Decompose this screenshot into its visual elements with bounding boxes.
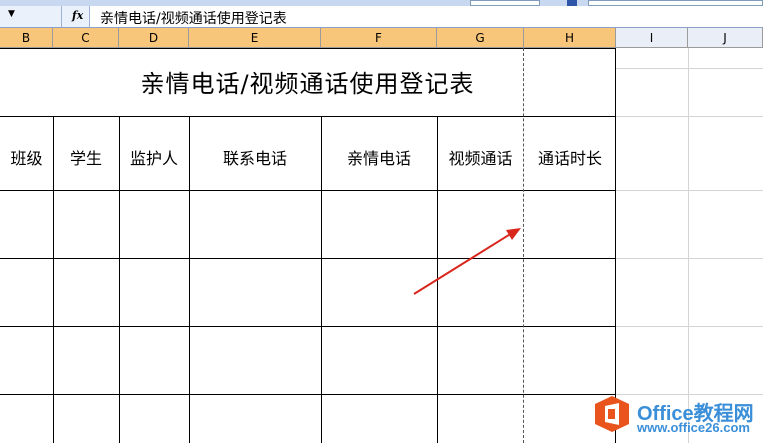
office-logo-icon	[595, 396, 629, 432]
column-header-d[interactable]: D	[119, 28, 189, 48]
office26-watermark: Office教程网 www.office26.com	[593, 393, 763, 443]
column-header-e[interactable]: E	[189, 28, 321, 48]
red-arrow-icon	[413, 228, 521, 295]
column-header-b[interactable]: B	[0, 28, 53, 48]
chevron-down-icon[interactable]: ▼	[8, 9, 15, 19]
fx-icon[interactable]: fx	[72, 9, 83, 22]
column-header-h[interactable]: H	[524, 28, 616, 48]
formula-input[interactable]: 亲情电话/视频通话使用登记表	[100, 8, 287, 28]
column-header-bar: B C D E F G H I J	[0, 28, 763, 48]
name-box[interactable]: ▼	[0, 6, 62, 27]
watermark-url: www.office26.com	[637, 420, 750, 435]
insert-function-button[interactable]: fx	[62, 6, 90, 27]
column-header-f[interactable]: F	[321, 28, 437, 48]
column-header-g[interactable]: G	[437, 28, 524, 48]
worksheet-grid[interactable]: 亲情电话/视频通话使用登记表 班级 学生 监护人 联系电话 亲情电话 视频通话 …	[0, 48, 763, 443]
column-header-j[interactable]: J	[688, 28, 763, 48]
formula-bar: ▼ fx 亲情电话/视频通话使用登记表	[0, 6, 763, 28]
column-header-c[interactable]: C	[53, 28, 119, 48]
column-header-i[interactable]: I	[616, 28, 688, 48]
